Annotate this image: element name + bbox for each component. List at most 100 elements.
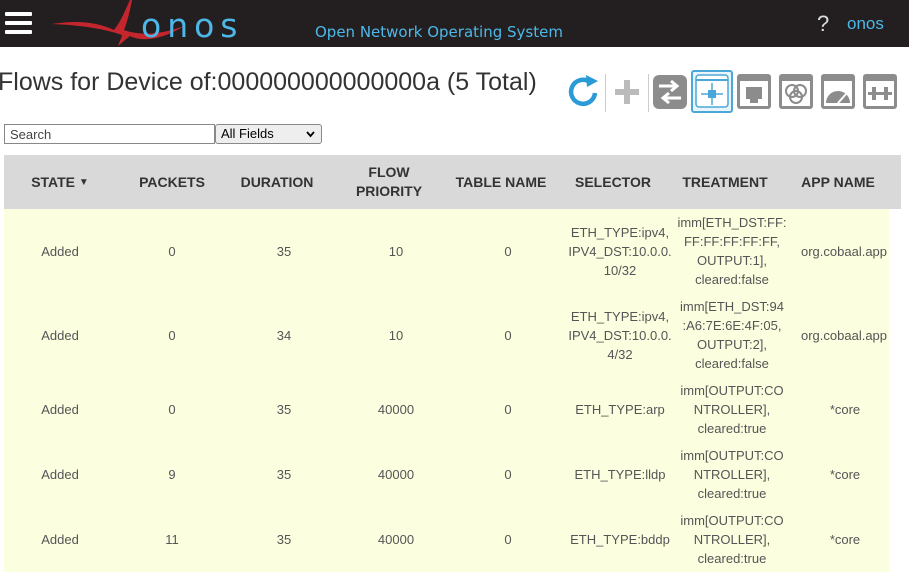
selector-line: 10/32 [603, 262, 637, 278]
sort-down-icon: ▼ [78, 176, 89, 188]
cell-app-name: *core [829, 402, 861, 417]
cell-packets: 11 [165, 532, 179, 547]
cell-selector: ETH_TYPE:arp [575, 402, 665, 417]
cell-duration: 35 [276, 402, 292, 417]
cell-packets: 0 [168, 327, 176, 343]
search-field-value: All Fields [221, 126, 274, 141]
treatment-line: OUTPUT:1], [696, 253, 768, 268]
selector-line: IPV4_DST:10.0.0. [568, 327, 672, 343]
cell-priority: 40000 [377, 532, 415, 547]
column-header-selector[interactable]: SELECTOR [564, 155, 662, 209]
cell-table-name: 0 [504, 243, 512, 259]
treatment-line: cleared:true [697, 551, 767, 566]
treatment-line: cleared:true [697, 421, 767, 436]
table-row[interactable]: Added 11 35 40000 0 ETH_TYPE:bddp imm[OU… [4, 507, 889, 572]
add-flow-button[interactable] [606, 70, 648, 113]
selector-line: ETH_TYPE:ipv4, [570, 224, 670, 240]
cell-state: Added [41, 467, 79, 482]
cell-state: Added [41, 402, 79, 417]
page-title: Flows for Device of:000000000000000a (5 … [0, 68, 537, 96]
cell-selector: ETH_TYPE:lldp [574, 467, 666, 482]
cell-table-name: 0 [504, 532, 512, 547]
masthead: onos Open Network Operating System ? ono… [0, 0, 909, 47]
groups-view-button[interactable] [775, 70, 817, 113]
table-row[interactable]: Added 0 35 40000 0 ETH_TYPE:arp imm[OUTP… [4, 377, 889, 442]
column-label: STATE [31, 173, 75, 190]
cell-priority: 10 [388, 327, 404, 343]
cell-app-name: *core [829, 467, 861, 482]
treatment-line: NTROLLER], [693, 467, 771, 482]
cell-treatment: imm[OUTPUT:CO NTROLLER], cleared:true [676, 377, 788, 442]
cell-treatment: imm[ETH_DST:94 :A6:7E:6E:4F:05, OUTPUT:2],… [676, 293, 788, 377]
treatment-line: imm[OUTPUT:CO [680, 448, 784, 463]
cell-duration: 35 [276, 243, 292, 259]
chevron-down-icon [306, 131, 315, 138]
treatment-line: OUTPUT:2], [696, 337, 768, 352]
cell-duration: 35 [276, 467, 292, 482]
cell-selector: ETH_TYPE:ipv4, IPV4_DST:10.0.0. 4/32 [564, 293, 676, 377]
cell-selector: ETH_TYPE:ipv4, IPV4_DST:10.0.0. 10/32 [564, 209, 676, 293]
treatment-line: NTROLLER], [693, 402, 771, 417]
table-row[interactable]: Added 0 35 10 0 ETH_TYPE:ipv4, IPV4_DST:1… [4, 209, 889, 293]
table-header: STATE ▼ PACKETS DURATION FLOW PRIORITY T… [4, 155, 901, 209]
selector-line: IPV4_DST:10.0.0. [568, 243, 672, 259]
column-header-duration[interactable]: DURATION [228, 155, 326, 209]
cell-app-name: *core [829, 532, 861, 547]
cell-treatment: imm[OUTPUT:CO NTROLLER], cleared:true [676, 507, 788, 572]
table-row[interactable]: Added 9 35 40000 0 ETH_TYPE:lldp imm[OUT… [4, 442, 889, 507]
column-header-packets[interactable]: PACKETS [116, 155, 228, 209]
switch-view-button[interactable] [649, 70, 691, 113]
cell-app-name: org.cobaal.app [801, 243, 888, 259]
pipeconf-icon [863, 74, 897, 109]
user-menu[interactable]: onos [847, 14, 884, 34]
cell-priority: 10 [388, 243, 404, 259]
column-header-app-name[interactable]: APP NAME [788, 155, 888, 209]
cell-priority: 40000 [377, 467, 415, 482]
cell-state: Added [41, 327, 79, 343]
treatment-line: imm[OUTPUT:CO [680, 513, 784, 528]
cell-table-name: 0 [504, 467, 512, 482]
column-header-table-name[interactable]: TABLE NAME [452, 155, 550, 209]
cell-duration: 34 [276, 327, 292, 343]
meters-icon [821, 74, 855, 109]
cell-packets: 9 [168, 467, 176, 482]
flows-view-button[interactable] [691, 70, 733, 113]
treatment-line: imm[ETH_DST:FF: [677, 215, 787, 230]
cell-treatment: imm[OUTPUT:CO NTROLLER], cleared:true [676, 442, 788, 507]
treatment-line: NTROLLER], [693, 532, 771, 547]
treatment-line: :A6:7E:6E:4F:05, [682, 318, 782, 333]
pipeconf-view-button[interactable] [859, 70, 901, 113]
meters-view-button[interactable] [817, 70, 859, 113]
treatment-line: imm[ETH_DST:94 [679, 299, 785, 314]
ports-view-button[interactable] [733, 70, 775, 113]
ports-icon [737, 74, 771, 109]
cell-packets: 0 [168, 243, 176, 259]
treatment-line: imm[OUTPUT:CO [680, 383, 784, 398]
cell-table-name: 0 [504, 327, 512, 343]
tagline: Open Network Operating System [315, 23, 563, 41]
menu-icon[interactable] [5, 12, 32, 34]
cell-selector: ETH_TYPE:bddp [570, 532, 670, 547]
flows-icon [695, 74, 729, 108]
column-header-treatment[interactable]: TREATMENT [676, 155, 774, 209]
logo-text: onos [141, 6, 244, 45]
column-header-flow-priority[interactable]: FLOW PRIORITY [340, 155, 438, 209]
refresh-icon [568, 75, 598, 107]
search-input[interactable] [4, 124, 215, 144]
cell-priority: 40000 [377, 402, 415, 417]
cell-treatment: imm[ETH_DST:FF: FF:FF:FF:FF:FF, OUTPUT:1],… [676, 209, 788, 293]
cell-duration: 35 [276, 532, 292, 547]
cell-packets: 0 [168, 402, 176, 417]
search-field-select[interactable]: All Fields [215, 124, 322, 144]
cell-state: Added [41, 243, 79, 259]
table-body: Added 0 35 10 0 ETH_TYPE:ipv4, IPV4_DST:1… [4, 209, 889, 572]
cell-table-name: 0 [504, 402, 512, 417]
refresh-button[interactable] [562, 70, 604, 113]
table-row[interactable]: Added 0 34 10 0 ETH_TYPE:ipv4, IPV4_DST:1… [4, 293, 889, 377]
help-button[interactable]: ? [817, 11, 829, 37]
cell-app-name: org.cobaal.app [801, 327, 888, 343]
switch-icon [653, 75, 687, 109]
treatment-line: cleared:false [695, 272, 769, 287]
column-header-state[interactable]: STATE ▼ [4, 155, 116, 209]
groups-icon [779, 74, 813, 109]
